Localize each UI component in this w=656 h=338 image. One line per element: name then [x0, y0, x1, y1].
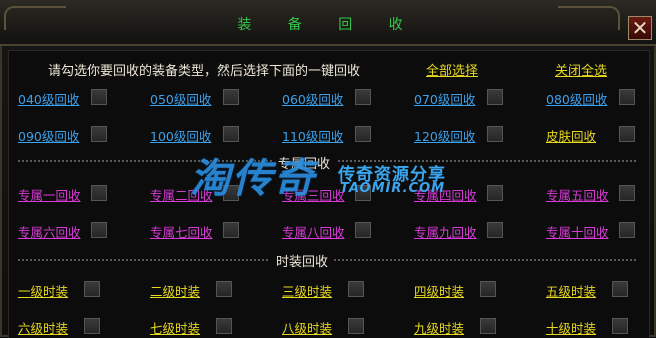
recycle-item-exclusive-8[interactable]: 专属八回收	[282, 222, 345, 241]
recycle-item-110[interactable]: 110级回收	[282, 126, 343, 145]
checkbox-exclusive-8[interactable]	[355, 222, 371, 238]
checkbox-080[interactable]	[619, 89, 635, 105]
recycle-item-090[interactable]: 090级回收	[18, 126, 79, 145]
recycle-item-050[interactable]: 050级回收	[150, 89, 211, 108]
recycle-item-100[interactable]: 100级回收	[150, 126, 211, 145]
checkbox-090[interactable]	[91, 126, 107, 142]
checkbox-fashion-10[interactable]	[612, 318, 628, 334]
close-button[interactable]: ✕	[628, 16, 652, 40]
recycle-item-exclusive-1[interactable]: 专属一回收	[18, 185, 81, 204]
watermark-url: TAOMIR.COM	[340, 181, 446, 196]
checkbox-exclusive-4[interactable]	[487, 185, 503, 201]
checkbox-040[interactable]	[91, 89, 107, 105]
instruction-text: 请勾选你要回收的装备类型，然后选择下面的一键回收	[48, 64, 361, 79]
deselect-all-link[interactable]: 关闭全选	[555, 60, 607, 79]
recycle-item-fashion-3[interactable]: 三级时装	[282, 281, 332, 300]
select-all-link[interactable]: 全部选择	[426, 60, 478, 79]
close-icon: ✕	[631, 16, 649, 40]
recycle-item-fashion-9[interactable]: 九级时装	[414, 318, 464, 337]
checkbox-fashion-3[interactable]	[348, 281, 364, 297]
recycle-item-080[interactable]: 080级回收	[546, 89, 607, 108]
checkbox-fashion-5[interactable]	[612, 281, 628, 297]
checkbox-fashion-1[interactable]	[84, 281, 100, 297]
checkbox-exclusive-1[interactable]	[91, 185, 107, 201]
checkbox-050[interactable]	[223, 89, 239, 105]
recycle-item-exclusive-6[interactable]: 专属六回收	[18, 222, 81, 241]
checkbox-fashion-2[interactable]	[216, 281, 232, 297]
recycle-item-exclusive-10[interactable]: 专属十回收	[546, 222, 609, 241]
recycle-item-fashion-4[interactable]: 四级时装	[414, 281, 464, 300]
checkbox-exclusive-7[interactable]	[223, 222, 239, 238]
recycle-item-fashion-7[interactable]: 七级时装	[150, 318, 200, 337]
recycle-item-exclusive-5[interactable]: 专属五回收	[546, 185, 609, 204]
checkbox-fashion-7[interactable]	[216, 318, 232, 334]
recycle-item-120[interactable]: 120级回收	[414, 126, 475, 145]
checkbox-fashion-8[interactable]	[348, 318, 364, 334]
recycle-item-fashion-6[interactable]: 六级时装	[18, 318, 68, 337]
watermark-brand: 淘传奇	[190, 156, 316, 202]
recycle-item-fashion-1[interactable]: 一级时装	[18, 281, 68, 300]
checkbox-fashion-6[interactable]	[84, 318, 100, 334]
window-title: 装 备 回 收	[237, 17, 419, 33]
checkbox-exclusive-9[interactable]	[487, 222, 503, 238]
recycle-item-exclusive-9[interactable]: 专属九回收	[414, 222, 477, 241]
recycle-item-070[interactable]: 070级回收	[414, 89, 475, 108]
checkbox-fashion-9[interactable]	[480, 318, 496, 334]
recycle-item-fashion-5[interactable]: 五级时装	[546, 281, 596, 300]
checkbox-skin[interactable]	[619, 126, 635, 142]
checkbox-110[interactable]	[355, 126, 371, 142]
recycle-item-040[interactable]: 040级回收	[18, 89, 79, 108]
recycle-item-fashion-8[interactable]: 八级时装	[282, 318, 332, 337]
checkbox-100[interactable]	[223, 126, 239, 142]
recycle-item-fashion-2[interactable]: 二级时装	[150, 281, 200, 300]
recycle-item-fashion-10[interactable]: 十级时装	[546, 318, 596, 337]
checkbox-exclusive-5[interactable]	[619, 185, 635, 201]
checkbox-exclusive-10[interactable]	[619, 222, 635, 238]
checkbox-120[interactable]	[487, 126, 503, 142]
checkbox-exclusive-6[interactable]	[91, 222, 107, 238]
recycle-item-exclusive-7[interactable]: 专属七回收	[150, 222, 213, 241]
recycle-item-skin[interactable]: 皮肤回收	[546, 126, 596, 145]
recycle-item-060[interactable]: 060级回收	[282, 89, 343, 108]
section-title-fashion: 时装回收	[270, 251, 335, 270]
checkbox-060[interactable]	[355, 89, 371, 105]
title-bar: 装 备 回 收 ✕	[0, 0, 656, 46]
checkbox-070[interactable]	[487, 89, 503, 105]
checkbox-fashion-4[interactable]	[480, 281, 496, 297]
